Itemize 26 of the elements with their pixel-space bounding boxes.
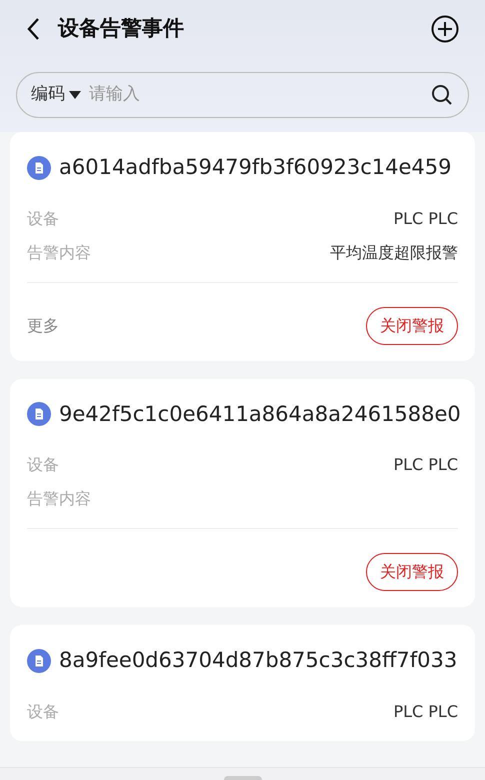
scroll-handle[interactable] <box>224 776 262 780</box>
filter-dropdown[interactable]: 编码 <box>31 82 81 108</box>
page-title: 设备告警事件 <box>58 15 184 42</box>
field-label: 告警内容 <box>27 242 91 264</box>
more-link[interactable]: 更多 <box>27 314 59 338</box>
field-label: 设备 <box>27 700 59 722</box>
field-label: 设备 <box>27 208 59 230</box>
field-value: PLC PLC <box>393 700 458 722</box>
search-field[interactable]: 编码 请输入 <box>16 72 469 118</box>
field-label: 告警内容 <box>27 488 91 510</box>
field-label: 设备 <box>27 454 59 476</box>
document-icon <box>27 402 51 426</box>
document-icon <box>27 156 51 180</box>
alarm-code: 8a9fee0d63704d87b875c3c38ff7f033 <box>59 647 458 674</box>
caret-icon <box>69 91 81 99</box>
close-alarm-button[interactable]: 关闭警报 <box>366 306 458 344</box>
alarm-code: a6014adfba59479fb3f60923c14e459 <box>59 154 452 181</box>
document-icon <box>27 648 51 673</box>
search-icon[interactable] <box>430 83 454 107</box>
field-value: PLC PLC <box>393 454 458 476</box>
field-value: PLC PLC <box>393 208 458 230</box>
add-icon[interactable] <box>431 15 459 43</box>
field-value: 平均温度超限报警 <box>330 242 458 264</box>
back-icon[interactable] <box>26 17 40 41</box>
alarm-code: 9e42f5c1c0e6411a864a8a2461588e0 <box>59 400 461 428</box>
close-alarm-button[interactable]: 关闭警报 <box>366 553 458 591</box>
